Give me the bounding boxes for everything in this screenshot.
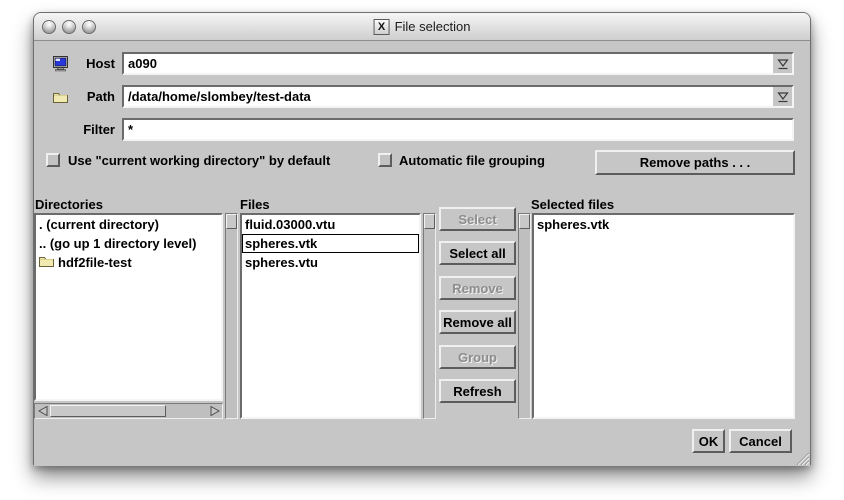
traffic-lights: [42, 20, 96, 34]
refresh-button[interactable]: Refresh: [439, 379, 516, 403]
cancel-button[interactable]: Cancel: [729, 429, 792, 453]
zoom-button[interactable]: [82, 20, 96, 34]
path-input[interactable]: [124, 87, 773, 106]
dialog-content: Host Path: [34, 41, 810, 466]
scrollbar-thumb[interactable]: [50, 405, 166, 417]
directory-item[interactable]: hdf2file-test: [36, 253, 221, 272]
group-button[interactable]: Group: [439, 345, 516, 369]
x11-app-icon: X: [374, 19, 390, 35]
title-group: X File selection: [374, 19, 471, 35]
selected-files-vertical-scrollbar[interactable]: [518, 213, 531, 419]
directory-item[interactable]: .. (go up 1 directory level): [36, 234, 221, 253]
filter-field: [122, 118, 794, 141]
minimize-button[interactable]: [62, 20, 76, 34]
scrollbar-thumb[interactable]: [226, 214, 237, 229]
selected-file-item[interactable]: spheres.vtk: [534, 215, 793, 234]
directories-list: . (current directory) .. (go up 1 direct…: [34, 213, 223, 401]
directories-vertical-scrollbar[interactable]: [225, 213, 238, 419]
path-dropdown-arrow-icon[interactable]: [773, 87, 792, 106]
scroll-left-arrow-icon[interactable]: [35, 404, 50, 418]
host-combobox: [122, 52, 794, 75]
auto-grouping-label: Automatic file grouping: [399, 153, 545, 168]
file-item-label: spheres.vtu: [245, 255, 318, 270]
host-dropdown-arrow-icon[interactable]: [773, 54, 792, 73]
file-item-label: spheres.vtk: [245, 236, 317, 251]
directory-item-label: hdf2file-test: [58, 255, 132, 270]
files-vertical-scrollbar[interactable]: [423, 213, 436, 419]
directory-item-label: . (current directory): [39, 217, 159, 232]
select-all-button[interactable]: Select all: [439, 241, 516, 265]
file-item-selected[interactable]: spheres.vtk: [242, 234, 419, 253]
host-row: Host: [53, 52, 794, 75]
selected-files-list: spheres.vtk: [532, 213, 795, 419]
selected-file-item-label: spheres.vtk: [537, 217, 609, 232]
use-cwd-checkbox[interactable]: [46, 153, 60, 167]
file-item[interactable]: fluid.03000.vtu: [242, 215, 419, 234]
computer-icon: [53, 56, 77, 72]
scrollbar-thumb[interactable]: [519, 214, 530, 229]
auto-grouping-checkbox[interactable]: [378, 153, 392, 167]
select-button[interactable]: Select: [439, 207, 516, 231]
titlebar[interactable]: X File selection: [34, 13, 810, 41]
filter-row: Filter: [53, 118, 794, 141]
remove-all-button[interactable]: Remove all: [439, 310, 516, 334]
folder-icon: [53, 91, 77, 103]
file-item-label: fluid.03000.vtu: [245, 217, 335, 232]
file-item[interactable]: spheres.vtu: [242, 253, 419, 272]
folder-icon: [39, 255, 54, 270]
remove-paths-button[interactable]: Remove paths . . .: [595, 150, 795, 175]
remove-button[interactable]: Remove: [439, 276, 516, 300]
directory-item[interactable]: . (current directory): [36, 215, 221, 234]
path-label: Path: [77, 89, 115, 104]
host-input[interactable]: [124, 54, 773, 73]
file-selection-window: X File selection Host: [33, 12, 811, 465]
path-combobox: [122, 85, 794, 108]
filter-input[interactable]: [124, 120, 792, 139]
scrollbar-thumb[interactable]: [424, 214, 435, 229]
directories-header: Directories: [35, 197, 103, 212]
directories-horizontal-scrollbar[interactable]: [34, 403, 223, 419]
host-label: Host: [77, 56, 115, 71]
selected-files-header: Selected files: [531, 197, 614, 212]
use-cwd-label: Use "current working directory" by defau…: [68, 153, 330, 168]
ok-button[interactable]: OK: [692, 429, 725, 453]
path-row: Path: [53, 85, 794, 108]
files-list: fluid.03000.vtu spheres.vtk spheres.vtu: [240, 213, 421, 419]
window-title: File selection: [395, 19, 471, 34]
close-button[interactable]: [42, 20, 56, 34]
files-header: Files: [240, 197, 270, 212]
scroll-right-arrow-icon[interactable]: [207, 404, 222, 418]
filter-label: Filter: [77, 122, 115, 137]
directory-item-label: .. (go up 1 directory level): [39, 236, 196, 251]
resize-grip-icon[interactable]: [794, 450, 809, 465]
